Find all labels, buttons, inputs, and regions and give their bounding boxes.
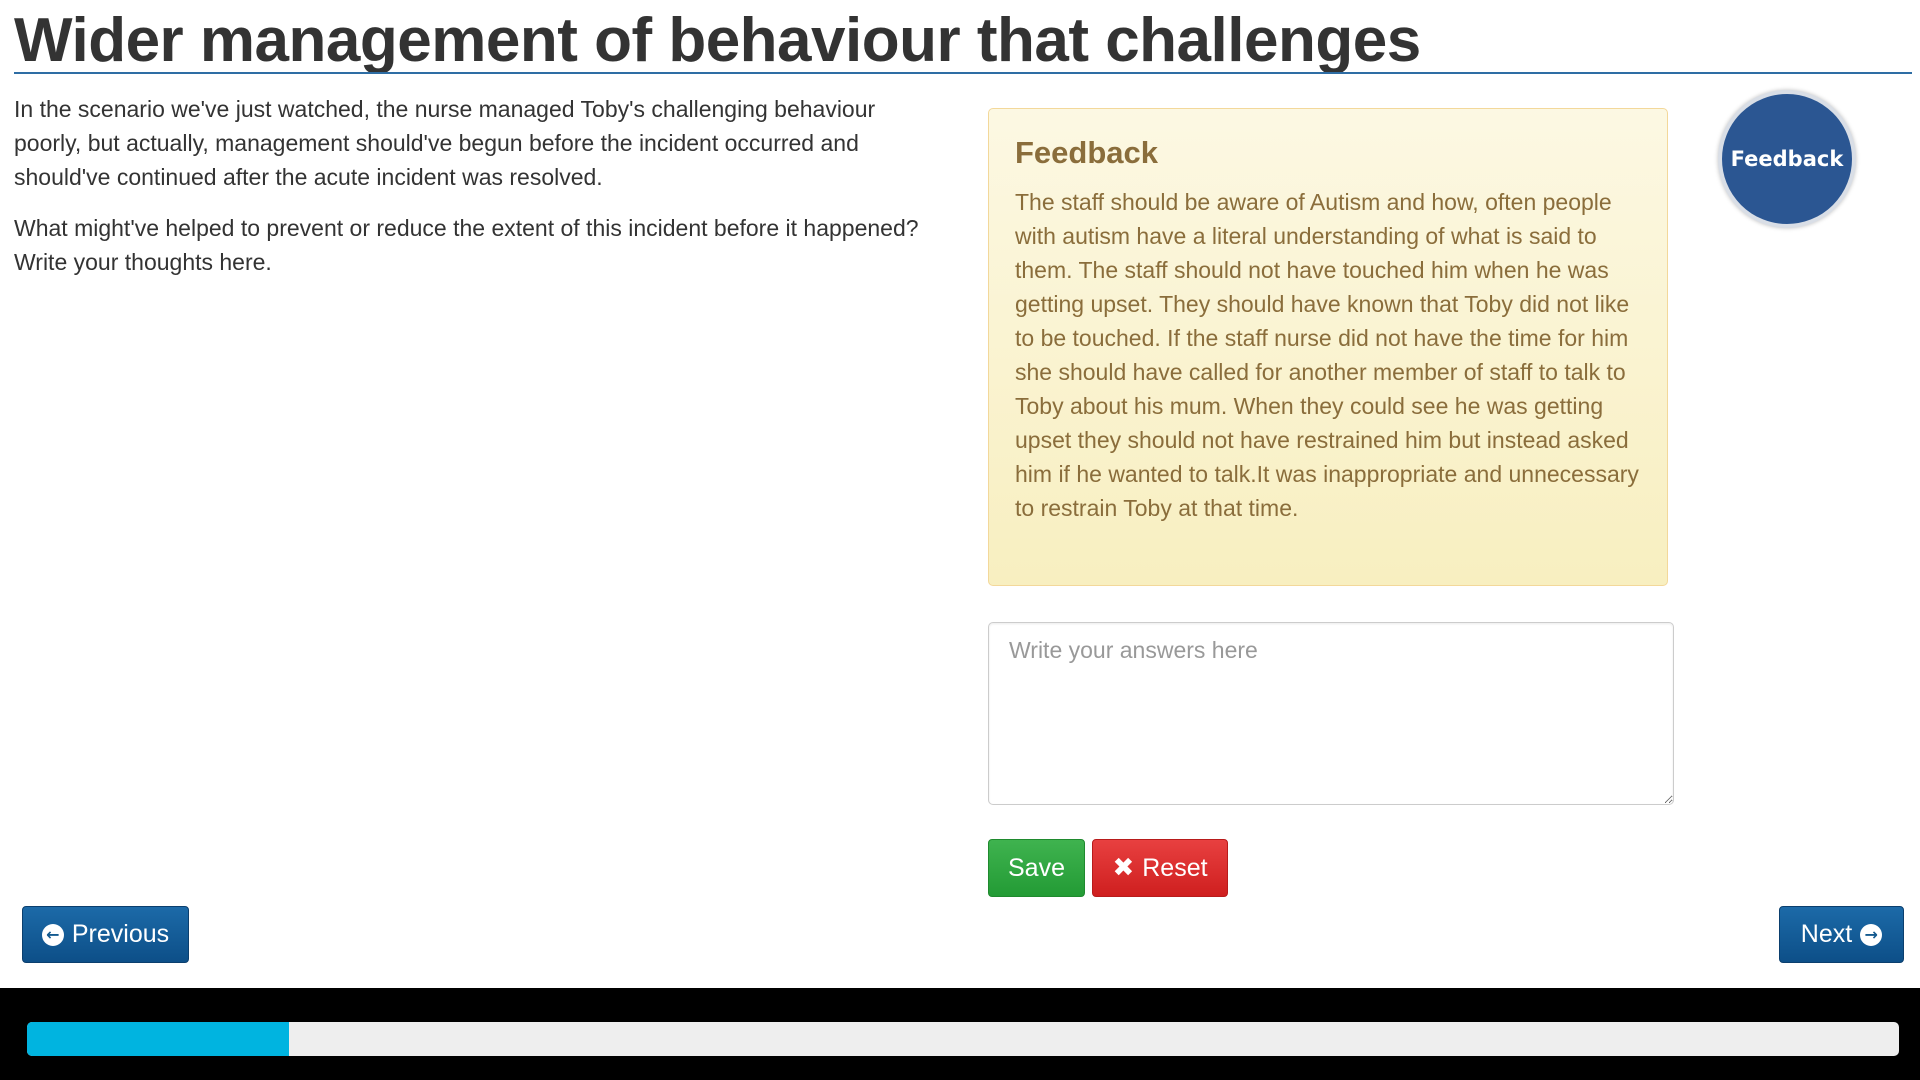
intro-paragraph-1: In the scenario we've just watched, the … xyxy=(14,96,876,190)
title-divider xyxy=(14,72,1912,74)
page: Wider management of behaviour that chall… xyxy=(0,0,1920,1080)
progress-fill xyxy=(27,1022,290,1056)
arrow-circle-right-icon: → xyxy=(1860,923,1883,946)
intro-paragraph-2: What might've helped to prevent or reduc… xyxy=(14,215,919,275)
feedback-text: The staff should be aware of Autism and … xyxy=(1015,189,1639,521)
feedback-panel: Feedback The staff should be aware of Au… xyxy=(988,108,1668,586)
reset-button[interactable]: ✖ Reset xyxy=(1092,839,1228,897)
arrow-circle-left-icon: ← xyxy=(41,923,64,946)
progress-bar xyxy=(27,1022,1899,1056)
intro-text: In the scenario we've just watched, the … xyxy=(14,92,944,296)
save-button[interactable]: Save xyxy=(988,839,1085,897)
times-icon: ✖ xyxy=(1112,853,1135,883)
next-button-label: Next xyxy=(1800,920,1853,948)
page-title: Wider management of behaviour that chall… xyxy=(14,6,1421,75)
save-button-label: Save xyxy=(1008,853,1065,882)
answer-textarea[interactable] xyxy=(988,622,1674,805)
feedback-button[interactable]: Feedback xyxy=(1718,90,1856,228)
previous-button-label: Previous xyxy=(71,920,170,948)
previous-button[interactable]: ← Previous xyxy=(22,906,189,963)
reset-button-label: Reset xyxy=(1142,853,1208,882)
next-button[interactable]: Next → xyxy=(1779,906,1904,963)
feedback-heading: Feedback xyxy=(1015,135,1159,170)
